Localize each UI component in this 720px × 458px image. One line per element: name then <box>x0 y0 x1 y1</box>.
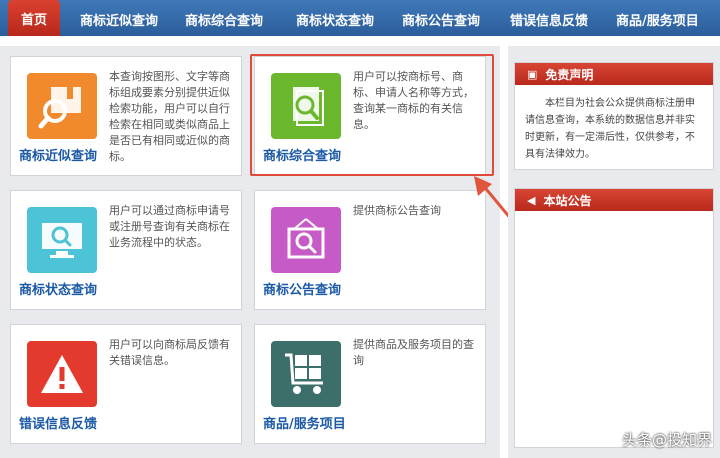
monitor-icon: ▣ <box>527 67 538 81</box>
disclaimer-header: ▣ 免责声明 <box>515 63 713 85</box>
warning-icon <box>27 341 97 407</box>
disclaimer-text: 本栏目为社会公众提供商标注册申请信息查询，本系统的数据信息并非实时更新，有一定滞… <box>525 98 695 160</box>
folder-search-icon <box>27 73 97 139</box>
card-goods-services[interactable]: 商品/服务项目 提供商品及服务项目的查询 <box>254 324 486 444</box>
top-nav: 首页 商标近似查询 商标综合查询 商标状态查询 商标公告查询 错误信息反馈 商品… <box>0 0 720 36</box>
nav-trademark-status[interactable]: 商标状态查询 <box>296 10 374 29</box>
card-description: 提供商品及服务项目的查询 <box>353 338 474 367</box>
nav-home-tab[interactable]: 首页 <box>8 0 60 36</box>
card-trademark-similar[interactable]: 商标近似查询 本查询按图形、文字等商标组成要素分别提供近似检索功能，用户可以自行… <box>10 56 242 176</box>
nav-error-feedback[interactable]: 错误信息反馈 <box>510 10 588 29</box>
highlight-box <box>250 54 494 176</box>
card-title[interactable]: 错误信息反馈 <box>19 413 97 432</box>
nav-goods-services[interactable]: 商品/服务项目 <box>616 10 699 29</box>
card-title[interactable]: 商标公告查询 <box>263 279 341 298</box>
card-description: 用户可以向商标局反馈有关错误信息。 <box>109 338 230 367</box>
card-trademark-notice[interactable]: 商标公告查询 提供商标公告查询 <box>254 190 486 310</box>
card-description: 用户可以通过商标申请号或注册号查询有关商标在业务流程中的状态。 <box>109 204 230 249</box>
card-error-feedback[interactable]: 错误信息反馈 用户可以向商标局反馈有关错误信息。 <box>10 324 242 444</box>
notice-header: ◀ 本站公告 <box>515 189 713 211</box>
nav-trademark-general[interactable]: 商标综合查询 <box>185 10 263 29</box>
watermark: 头条@投知界 <box>621 431 712 449</box>
nav-trademark-similar[interactable]: 商标近似查询 <box>80 10 158 29</box>
card-title[interactable]: 商品/服务项目 <box>263 413 346 432</box>
speaker-icon: ◀ <box>527 193 536 207</box>
monitor-search-icon <box>27 207 97 273</box>
card-description: 提供商标公告查询 <box>353 204 441 217</box>
card-title[interactable]: 商标状态查询 <box>19 279 97 298</box>
disclaimer-panel: ▣ 免责声明 本栏目为社会公众提供商标注册申请信息查询，本系统的数据信息并非实时… <box>514 62 714 170</box>
card-trademark-status[interactable]: 商标状态查询 用户可以通过商标申请号或注册号查询有关商标在业务流程中的状态。 <box>10 190 242 310</box>
nav-trademark-notice[interactable]: 商标公告查询 <box>402 10 480 29</box>
notice-title: 本站公告 <box>543 193 592 208</box>
sidebar: ▣ 免责声明 本栏目为社会公众提供商标注册申请信息查询，本系统的数据信息并非实时… <box>508 46 720 458</box>
frame-search-icon <box>271 207 341 273</box>
card-title[interactable]: 商标近似查询 <box>19 145 97 164</box>
cart-icon <box>271 341 341 407</box>
notice-panel: ◀ 本站公告 <box>514 188 714 448</box>
disclaimer-title: 免责声明 <box>545 67 594 82</box>
card-description: 本查询按图形、文字等商标组成要素分别提供近似检索功能，用户可以自行检索在相同或类… <box>109 70 230 163</box>
